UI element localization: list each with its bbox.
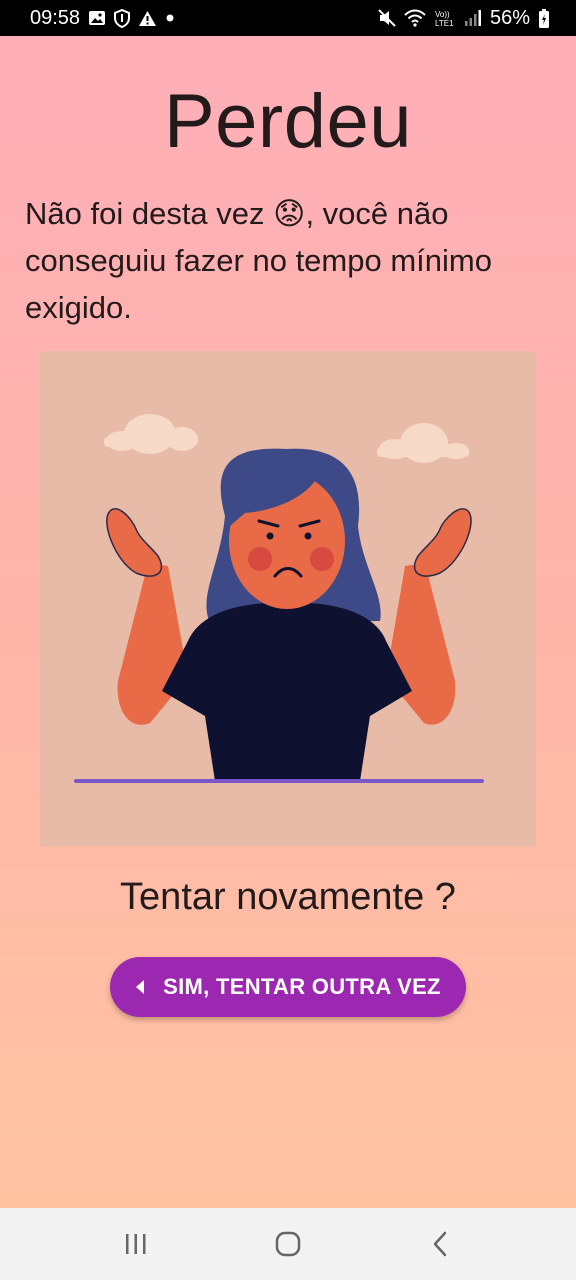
status-bar-left: 09:58 — [30, 7, 175, 30]
signal-icon — [464, 10, 482, 26]
retry-button[interactable]: SIM, TENTAR OUTRA VEZ — [110, 957, 466, 1017]
retry-button-label: SIM, TENTAR OUTRA VEZ — [163, 974, 441, 999]
result-screen: Perdeu Não foi desta vez 😟, você não con… — [0, 36, 576, 1208]
volte-icon: Vo)) LTE1 — [434, 8, 456, 28]
recent-apps-icon[interactable] — [106, 1219, 166, 1269]
battery-icon — [538, 8, 550, 28]
shield-icon — [114, 8, 131, 28]
dot-icon — [165, 13, 175, 23]
mute-icon — [378, 9, 396, 27]
status-time: 09:58 — [30, 6, 81, 29]
gallery-icon — [88, 9, 106, 27]
warning-icon — [138, 10, 157, 27]
svg-text:Vo)): Vo)) — [435, 10, 450, 19]
status-bar-right: Vo)) LTE1 56% — [378, 7, 550, 30]
caret-left-icon — [135, 974, 145, 1000]
wifi-icon — [404, 9, 426, 27]
result-message: Não foi desta vez 😟, você não conseguiu … — [25, 196, 492, 325]
battery-percent: 56% — [489, 6, 530, 29]
cloud-left-icon — [104, 414, 198, 454]
home-icon[interactable] — [258, 1219, 318, 1269]
page-title: Perdeu — [163, 79, 413, 164]
retry-question: Tentar novamente ? — [120, 876, 456, 918]
back-icon[interactable] — [410, 1219, 470, 1269]
cloud-right-icon — [377, 423, 469, 463]
status-bar: 09:58 Vo)) LTE1 56% — [0, 0, 576, 36]
system-nav-bar — [0, 1208, 576, 1280]
svg-text:LTE1: LTE1 — [435, 19, 454, 28]
sad-woman-illustration — [40, 351, 536, 846]
